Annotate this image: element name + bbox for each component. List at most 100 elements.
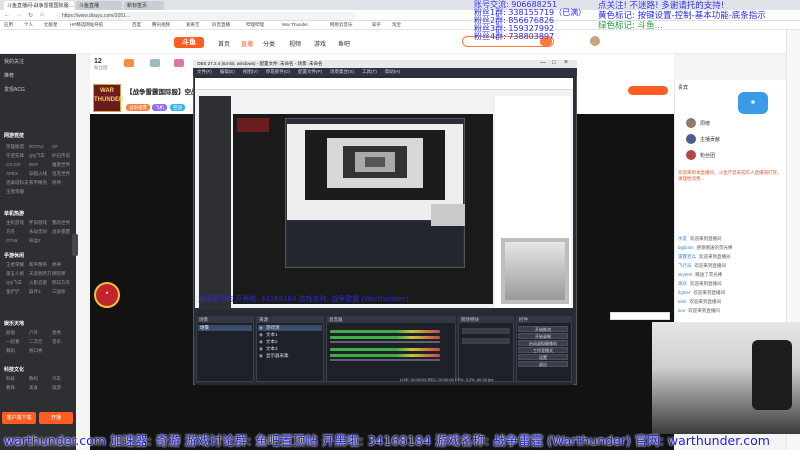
sidebar-category-link[interactable]: 第五人格	[6, 271, 24, 277]
stream-tag[interactable]: 战争雷霆	[126, 104, 150, 111]
sidebar-category-link[interactable]: 教育	[6, 385, 15, 391]
scene-item[interactable]: 场景	[198, 325, 252, 331]
minimize-icon[interactable]: —	[540, 60, 546, 66]
chat-username[interactable]: sky000	[678, 272, 692, 277]
sidebar-category-link[interactable]: 阴阳师	[52, 271, 66, 277]
sidebar-category-link[interactable]: 王者荣耀	[6, 262, 24, 268]
nav-item[interactable]: 游戏	[314, 39, 326, 48]
start-recording-button[interactable]: 开始录制	[518, 333, 568, 339]
sidebar-item-acg[interactable]: 发现ACG	[4, 86, 25, 93]
sidebar-category-link[interactable]: QQ飞车	[29, 153, 45, 159]
sidebar-category-link[interactable]: 和平精英	[29, 262, 47, 268]
browser-tab[interactable]: 斗鱼直播间-战争雷霆国际服…	[4, 1, 74, 10]
sidebar-category-link[interactable]: 穿越火线	[29, 171, 47, 177]
douyu-logo[interactable]: 斗鱼	[174, 37, 204, 48]
chat-username[interactable]: 观众	[678, 281, 687, 286]
obs-preview[interactable]	[195, 78, 573, 308]
sidebar-category-link[interactable]: 金铲铲	[6, 289, 20, 295]
sidebar-category-link[interactable]: 坦克世界	[52, 171, 70, 177]
sidebar-category-link[interactable]: 火影忍者	[29, 280, 47, 286]
sidebar-category-link[interactable]: DOTA2	[29, 144, 44, 149]
sidebar-category-link[interactable]: CF	[52, 144, 58, 149]
sidebar-category-link[interactable]: 天涯明月刀	[29, 271, 52, 277]
sidebar-item-recommend[interactable]: 推荐	[4, 72, 14, 79]
bookmark-item[interactable]: 百度	[132, 22, 141, 28]
sidebar-category-link[interactable]: 怀旧游戏	[29, 220, 47, 226]
sidebar-category-link[interactable]: 户外	[29, 330, 38, 336]
browser-tab[interactable]: 斗鱼直播	[76, 1, 122, 10]
studio-mode-button[interactable]: 工作室模式	[518, 347, 568, 353]
chat-username[interactable]: 雷霆老兵	[678, 254, 696, 259]
volume-slider[interactable]	[330, 359, 440, 361]
sidebar-category-link[interactable]: 二次元	[29, 339, 43, 345]
url-input[interactable]: https://www.douyu.com/2051...	[56, 12, 356, 20]
follow-button[interactable]	[628, 86, 668, 95]
sidebar-category-link[interactable]: 原神	[52, 262, 61, 268]
sidebar-category-link[interactable]: 脱口秀	[29, 348, 43, 354]
virtual-camera-button[interactable]: 启动虚拟摄像机	[518, 340, 568, 346]
sidebar-category-link[interactable]: 我的世界	[52, 220, 70, 226]
sidebar-category-link[interactable]: 明日方舟	[52, 280, 70, 286]
sidebar-category-link[interactable]: 原神	[52, 180, 61, 186]
rank-row[interactable]: 主播贡献	[700, 136, 720, 143]
source-item[interactable]: 游戏源	[258, 325, 322, 331]
start-streaming-button[interactable]: 开始推流	[518, 326, 568, 332]
stream-tag[interactable]: 空战	[170, 104, 185, 111]
sidebar-collapse-handle[interactable]	[72, 234, 78, 256]
back-icon[interactable]: ←	[4, 12, 10, 18]
bookmark-item[interactable]: 个人	[24, 22, 33, 28]
bookmark-item[interactable]: 北极星	[44, 22, 58, 28]
nav-item[interactable]: 首页	[218, 39, 230, 48]
nav-item[interactable]: 鱼吧	[338, 39, 350, 48]
chat-username[interactable]: 水友	[678, 236, 687, 241]
obs-menu-item[interactable]: 工具(T)	[362, 69, 377, 74]
obs-menu-item[interactable]: 停靠部件(D)	[266, 69, 290, 74]
rank-row[interactable]: 周榜	[700, 120, 710, 127]
bookmark-item[interactable]: 腾讯视频	[152, 22, 170, 28]
sidebar-category-link[interactable]: 颜值	[6, 330, 15, 336]
sidebar-category-link[interactable]: 数码	[29, 376, 38, 382]
eye-icon[interactable]: ◉	[259, 332, 263, 338]
exit-button[interactable]: 退出	[518, 361, 568, 367]
eye-icon[interactable]: ◉	[259, 346, 263, 352]
source-item[interactable]: 文本1	[258, 332, 322, 338]
sidebar-category-link[interactable]: 永劫无间	[29, 229, 47, 235]
forward-icon[interactable]: →	[16, 12, 22, 18]
settings-button[interactable]: 设置	[518, 354, 568, 360]
sidebar-category-link[interactable]: 炉石传说	[52, 153, 70, 159]
source-item[interactable]: 文本3	[258, 346, 322, 352]
sidebar-category-link[interactable]: 守望先锋	[6, 153, 24, 159]
chat-username[interactable]: tank	[678, 299, 687, 304]
eye-icon[interactable]: ◉	[259, 325, 263, 331]
obs-menu-item[interactable]: 文件(F)	[197, 69, 212, 74]
gift-icon[interactable]	[150, 59, 160, 67]
chat-input[interactable]	[610, 312, 670, 320]
browser-tab[interactable]: 新标签页	[124, 1, 164, 10]
nav-item[interactable]: 分类	[263, 39, 275, 48]
obs-menu-item[interactable]: 场景集合(S)	[330, 69, 354, 74]
obs-menu-item[interactable]: 视图(V)	[243, 69, 258, 74]
obs-menu-item[interactable]: 帮助(H)	[385, 69, 400, 74]
sidebar-category-link[interactable]: 和平精英	[29, 180, 47, 186]
sidebar-category-link[interactable]: 三国杀	[52, 289, 66, 295]
eye-icon[interactable]: ◉	[259, 353, 263, 359]
eye-icon[interactable]: ◉	[259, 339, 263, 345]
sidebar-category-link[interactable]: DNF	[29, 162, 38, 167]
room-cover[interactable]: WAR THUNDER	[93, 84, 123, 112]
chat-username[interactable]: 飞行员	[678, 263, 692, 268]
rank-row[interactable]: 粉丝团	[700, 152, 715, 159]
duration-input[interactable]	[462, 338, 510, 344]
sidebar-category-link[interactable]: 一起看	[6, 339, 20, 345]
sidebar-category-link[interactable]: 旅游	[52, 385, 61, 391]
chat-username[interactable]: bigboss	[678, 245, 694, 250]
fish-ball-icon[interactable]	[124, 59, 134, 67]
promo-badge-icon[interactable]: ★	[738, 92, 768, 114]
bookmark-item[interactable]: 应用	[4, 22, 13, 28]
volume-slider[interactable]	[330, 341, 440, 343]
sidebar-category-link[interactable]: 命运2	[29, 238, 41, 244]
sidebar-item-follow[interactable]: 我的关注	[4, 58, 24, 65]
obs-menu-item[interactable]: 配置文件(P)	[298, 69, 322, 74]
bookmark-item[interactable]: 知乎	[372, 22, 381, 28]
chat-username[interactable]: fighter	[678, 290, 691, 295]
sidebar-category-link[interactable]: 星秀	[52, 330, 61, 336]
